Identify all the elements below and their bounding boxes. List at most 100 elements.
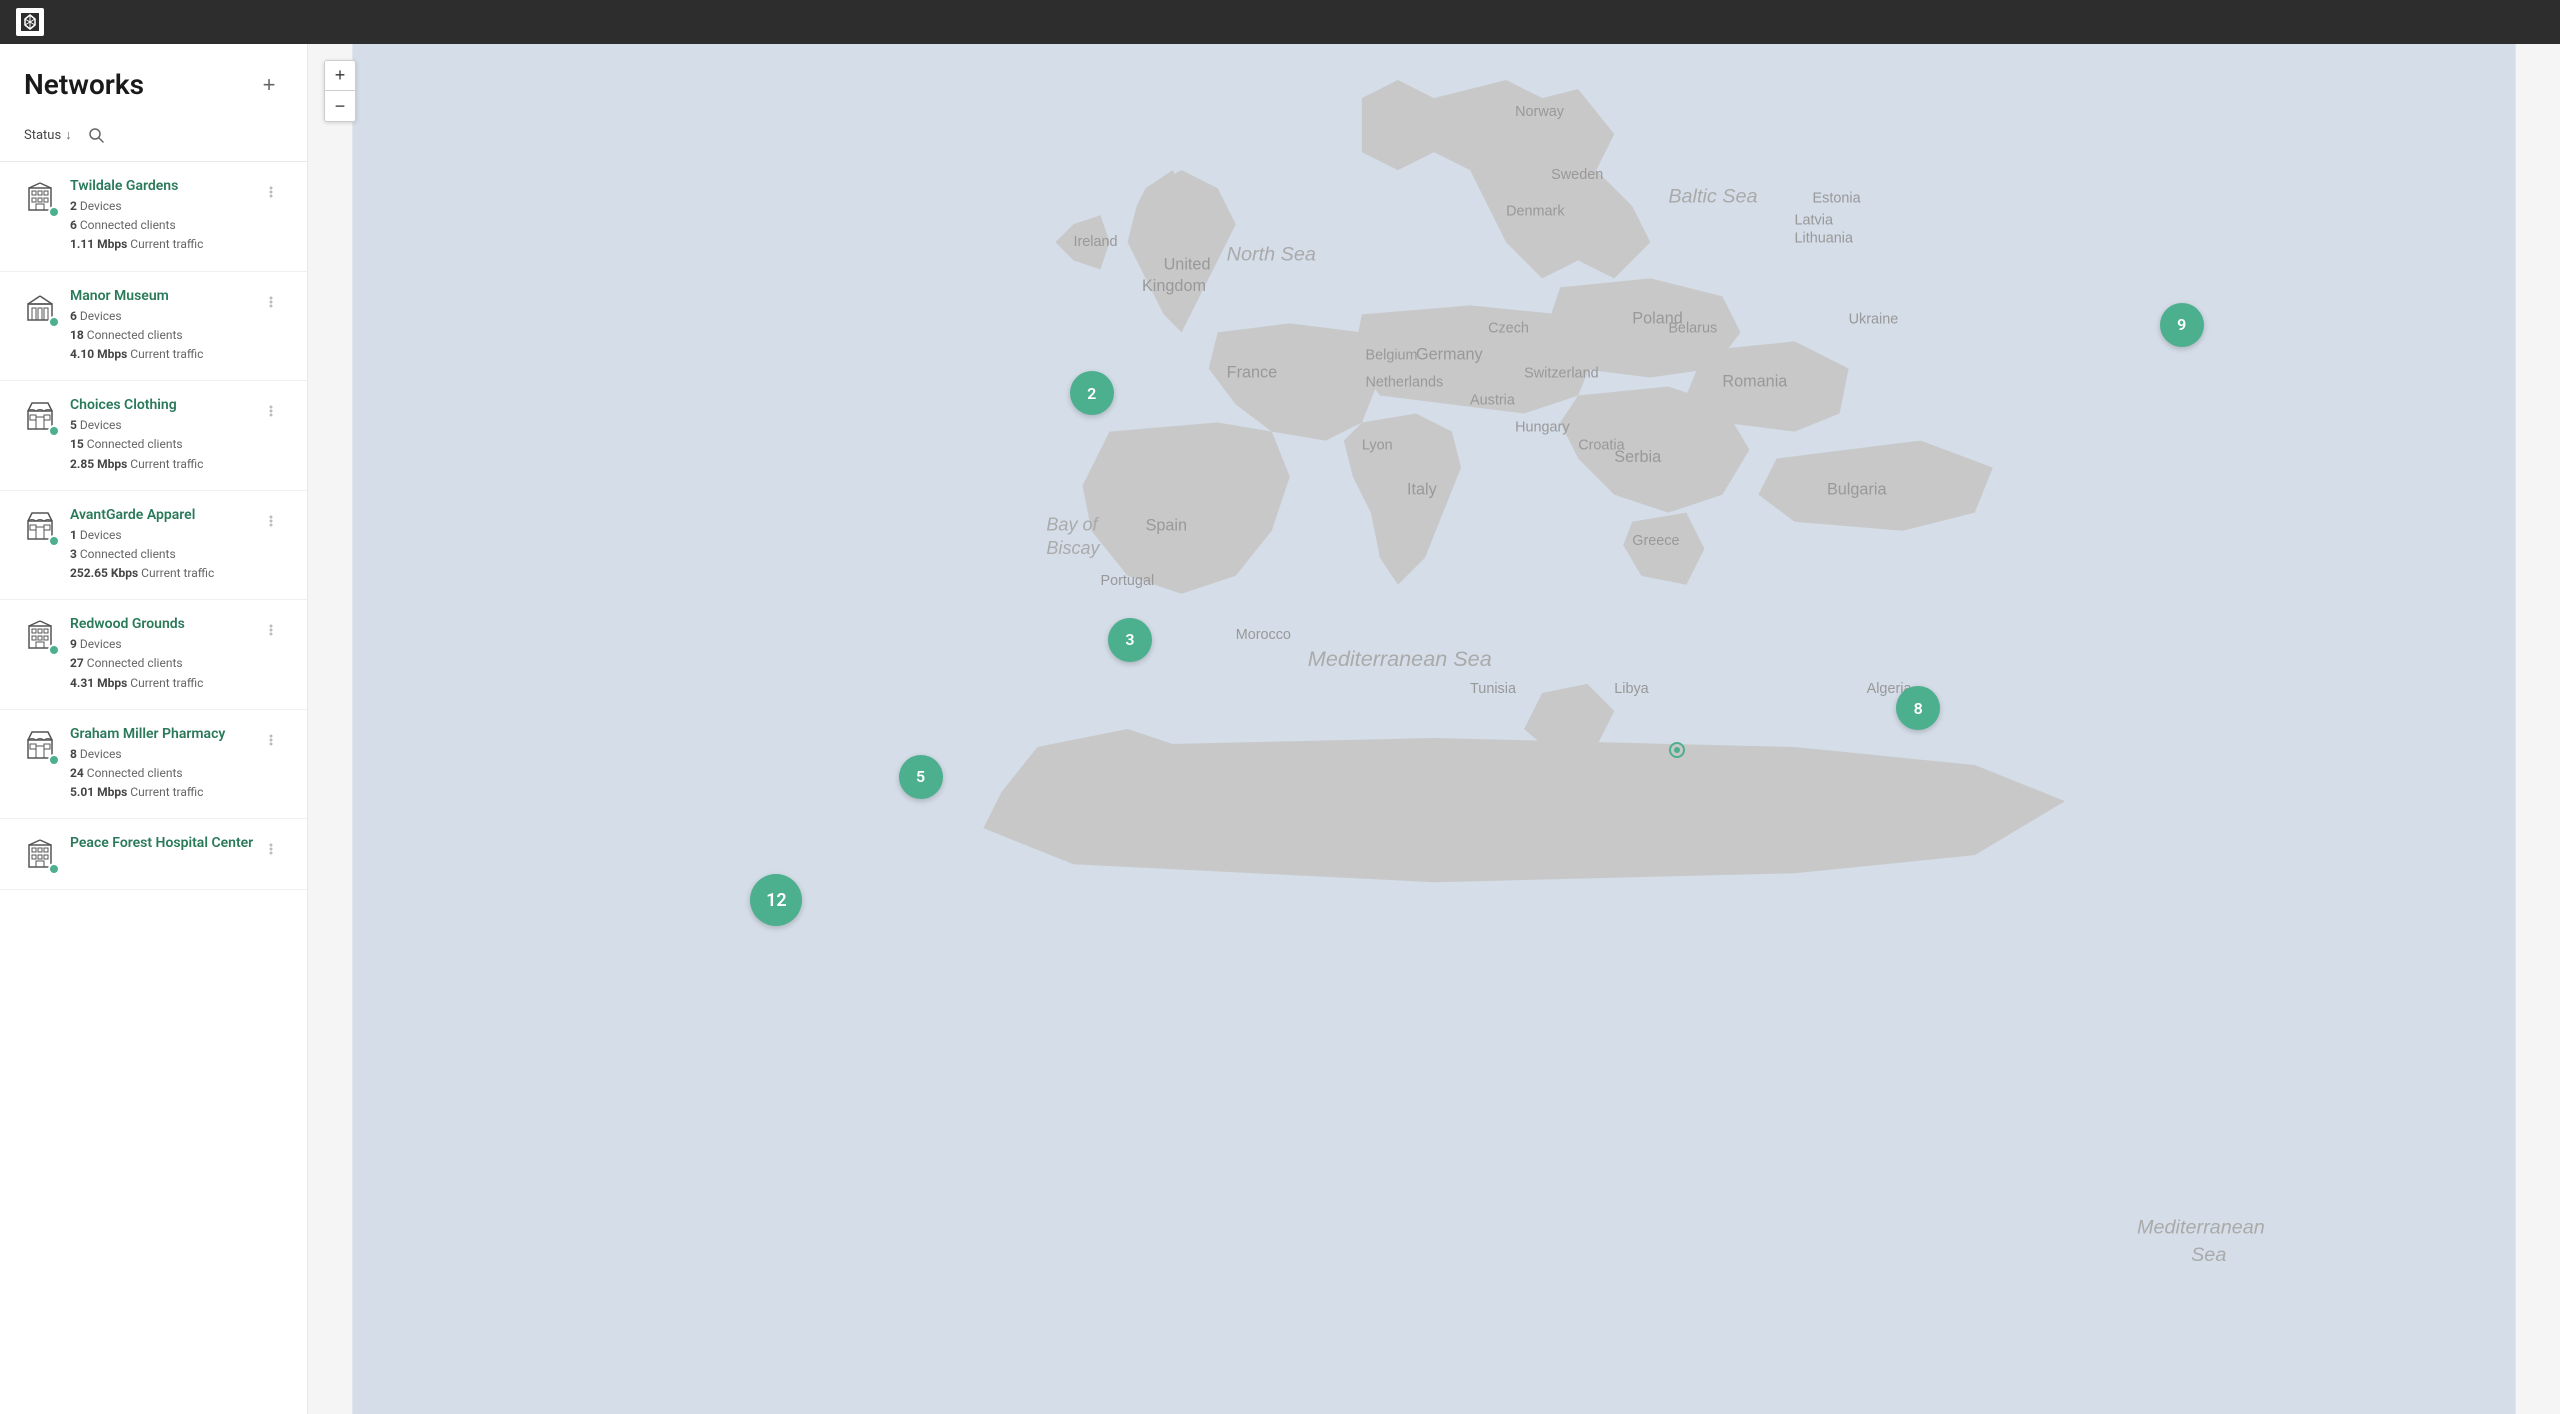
map-background: Baltic Sea North Sea Bay of Biscay Medit… <box>308 44 2560 1414</box>
search-button[interactable] <box>82 121 110 149</box>
svg-text:Morocco: Morocco <box>1236 627 1291 643</box>
status-dot <box>48 535 60 547</box>
zoom-in-button[interactable]: + <box>325 61 355 91</box>
svg-text:Bay of: Bay of <box>1046 515 1099 535</box>
logo <box>16 8 44 36</box>
svg-text:France: France <box>1227 363 1277 381</box>
network-item-redwood-grounds[interactable]: Redwood Grounds 9 Devices 27 Connected c… <box>0 600 307 710</box>
svg-text:Lyon: Lyon <box>1362 438 1393 454</box>
status-dot <box>48 316 60 328</box>
network-list: Twildale Gardens 2 Devices 6 Connected c… <box>0 162 307 1414</box>
page-title: Networks <box>24 68 144 101</box>
network-info: Twildale Gardens 2 Devices 6 Connected c… <box>70 178 259 255</box>
network-meta: 1 Devices 3 Connected clients 252.65 Kbp… <box>70 526 259 584</box>
svg-text:Switzerland: Switzerland <box>1524 365 1598 381</box>
network-info: Choices Clothing 5 Devices 15 Connected … <box>70 397 259 474</box>
svg-text:Latvia: Latvia <box>1795 212 1834 228</box>
status-dot <box>48 863 60 875</box>
svg-text:Belarus: Belarus <box>1668 320 1717 336</box>
status-filter[interactable]: Status ↓ <box>24 127 72 143</box>
network-icon <box>24 728 56 764</box>
cluster-balkans[interactable]: 8 <box>1896 686 1940 730</box>
cluster-uk[interactable]: 2 <box>1070 371 1114 415</box>
network-icon <box>24 399 56 435</box>
network-settings-button[interactable] <box>259 728 283 752</box>
network-item-graham-miller-pharmacy[interactable]: Graham Miller Pharmacy 8 Devices 24 Conn… <box>0 710 307 820</box>
svg-text:Norway: Norway <box>1515 104 1565 120</box>
network-meta: 9 Devices 27 Connected clients 4.31 Mbps… <box>70 635 259 693</box>
network-name: Graham Miller Pharmacy <box>70 726 259 742</box>
svg-text:Netherlands: Netherlands <box>1366 375 1444 391</box>
network-name: AvantGarde Apparel <box>70 507 259 523</box>
svg-text:Hungary: Hungary <box>1515 420 1570 436</box>
network-item-peace-forest-hospital[interactable]: Peace Forest Hospital Center <box>0 819 307 890</box>
network-settings-button[interactable] <box>259 180 283 204</box>
network-name: Twildale Gardens <box>70 178 259 194</box>
network-item-choices-clothing[interactable]: Choices Clothing 5 Devices 15 Connected … <box>0 381 307 491</box>
top-bar <box>0 0 2560 44</box>
svg-text:Kingdom: Kingdom <box>1142 277 1206 295</box>
sort-icon: ↓ <box>65 127 72 143</box>
svg-text:Romania: Romania <box>1722 373 1788 391</box>
svg-text:Sea: Sea <box>2191 1244 2226 1266</box>
svg-text:North Sea: North Sea <box>1227 243 1316 265</box>
network-item-twildale-gardens[interactable]: Twildale Gardens 2 Devices 6 Connected c… <box>0 162 307 272</box>
svg-text:Mediterranean: Mediterranean <box>2137 1217 2265 1239</box>
network-settings-button[interactable] <box>259 399 283 423</box>
network-name: Redwood Grounds <box>70 616 259 632</box>
network-settings-button[interactable] <box>259 837 283 861</box>
svg-text:Bulgaria: Bulgaria <box>1827 481 1887 499</box>
status-filter-label: Status <box>24 128 61 143</box>
network-icon <box>24 509 56 545</box>
network-settings-button[interactable] <box>259 290 283 314</box>
svg-text:United: United <box>1164 255 1211 273</box>
network-info: Manor Museum 6 Devices 18 Connected clie… <box>70 288 259 365</box>
status-dot <box>48 206 60 218</box>
sidebar-header: Networks + <box>0 44 307 113</box>
zoom-out-button[interactable]: − <box>325 91 355 121</box>
svg-text:Sweden: Sweden <box>1551 167 1603 183</box>
cluster-spain-south[interactable]: 12 <box>750 874 802 926</box>
filter-bar: Status ↓ <box>0 113 307 162</box>
network-name: Peace Forest Hospital Center <box>70 835 259 851</box>
status-dot <box>48 425 60 437</box>
single-marker-italy[interactable] <box>1669 742 1685 758</box>
network-meta: 5 Devices 15 Connected clients 2.85 Mbps… <box>70 416 259 474</box>
svg-text:Spain: Spain <box>1146 517 1187 535</box>
network-item-avantgarde-apparel[interactable]: AvantGarde Apparel 1 Devices 3 Connected… <box>0 491 307 601</box>
map-canvas: Baltic Sea North Sea Bay of Biscay Medit… <box>308 44 2560 1414</box>
network-icon <box>24 180 56 216</box>
network-item-manor-museum[interactable]: Manor Museum 6 Devices 18 Connected clie… <box>0 272 307 382</box>
svg-text:Denmark: Denmark <box>1506 203 1565 219</box>
cluster-poland[interactable]: 9 <box>2160 303 2204 347</box>
svg-text:Greece: Greece <box>1632 533 1679 549</box>
add-network-button[interactable]: + <box>255 71 283 99</box>
network-info: Graham Miller Pharmacy 8 Devices 24 Conn… <box>70 726 259 803</box>
network-info: Redwood Grounds 9 Devices 27 Connected c… <box>70 616 259 693</box>
svg-text:Portugal: Portugal <box>1101 573 1155 589</box>
svg-text:Baltic Sea: Baltic Sea <box>1668 186 1757 208</box>
svg-text:Croatia: Croatia <box>1578 438 1625 454</box>
svg-text:Libya: Libya <box>1614 681 1649 697</box>
network-icon <box>24 290 56 326</box>
svg-text:Austria: Austria <box>1470 393 1516 409</box>
svg-text:Estonia: Estonia <box>1813 191 1862 207</box>
network-settings-button[interactable] <box>259 618 283 642</box>
svg-text:Ireland: Ireland <box>1073 234 1117 250</box>
network-icon <box>24 618 56 654</box>
network-meta: 8 Devices 24 Connected clients 5.01 Mbps… <box>70 745 259 803</box>
svg-text:Lithuania: Lithuania <box>1795 230 1854 246</box>
status-dot <box>48 644 60 656</box>
network-icon <box>24 837 56 873</box>
network-info: AvantGarde Apparel 1 Devices 3 Connected… <box>70 507 259 584</box>
network-meta: 6 Devices 18 Connected clients 4.10 Mbps… <box>70 307 259 365</box>
network-name: Manor Museum <box>70 288 259 304</box>
network-info: Peace Forest Hospital Center <box>70 835 259 854</box>
svg-text:Biscay: Biscay <box>1046 538 1100 558</box>
cluster-france[interactable]: 3 <box>1108 618 1152 662</box>
sidebar: Networks + Status ↓ Twildal <box>0 44 308 1414</box>
cluster-spain-north[interactable]: 5 <box>899 755 943 799</box>
svg-text:Italy: Italy <box>1407 481 1438 499</box>
network-settings-button[interactable] <box>259 509 283 533</box>
svg-text:Tunisia: Tunisia <box>1470 681 1517 697</box>
